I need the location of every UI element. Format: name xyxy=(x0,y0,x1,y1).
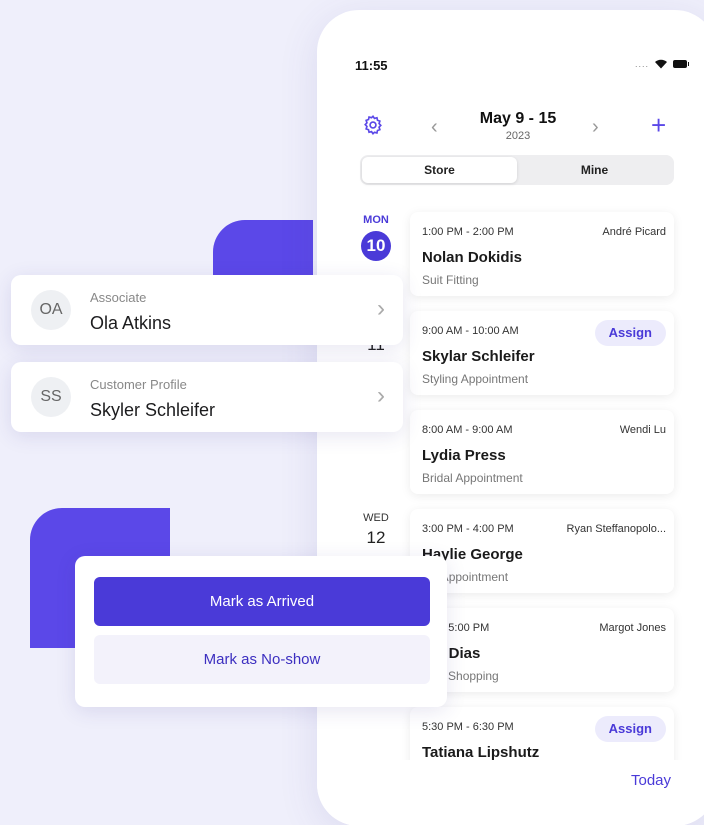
status-bar: 11:55 .... xyxy=(355,58,689,78)
appointment-customer: Nolan Dokidis xyxy=(422,249,523,266)
wifi-icon xyxy=(655,59,667,69)
day-date-wed: 12 xyxy=(366,528,386,547)
today-button[interactable]: Today xyxy=(631,772,671,789)
appointment-type: Suit Fitting xyxy=(422,273,479,287)
segment-store[interactable]: Store xyxy=(362,157,517,183)
appointment-staff: André Picard xyxy=(602,226,666,238)
associate-label: Associate xyxy=(90,290,147,305)
appointment-customer: Skylar Schleifer xyxy=(422,348,535,365)
appointment-staff: Margot Jones xyxy=(599,622,666,634)
appointment-customer: Tatiana Lipshutz xyxy=(422,744,540,761)
day-weekday-mon: MON xyxy=(363,214,389,226)
next-week-button[interactable]: › xyxy=(592,116,599,139)
status-icons: .... xyxy=(634,58,689,69)
appointment-card[interactable]: 3:00 PM - 4:00 PM Ryan Steffanopolo... H… xyxy=(410,509,674,593)
signal-icon: .... xyxy=(634,58,649,69)
assign-button[interactable]: Assign xyxy=(594,716,666,742)
appointment-type: Styling Appointment xyxy=(422,372,529,386)
assign-button[interactable]: Assign xyxy=(594,320,666,346)
calendar-header: ‹ May 9 - 15 2023 › + xyxy=(317,110,704,160)
gear-icon[interactable] xyxy=(362,114,384,136)
battery-icon xyxy=(673,59,689,68)
appointment-customer: Lydia Press xyxy=(422,447,506,464)
appointment-time: 1:00 PM - 2:00 PM xyxy=(422,226,514,238)
appointment-type: Bridal Appointment xyxy=(422,471,523,485)
appointment-card[interactable]: 8:00 AM - 9:00 AM Wendi Lu Lydia Press B… xyxy=(410,410,674,494)
associate-card[interactable]: OA Associate Ola Atkins › xyxy=(11,275,403,345)
avatar: SS xyxy=(31,377,71,417)
appointment-card[interactable]: 9:00 AM - 10:00 AM Assign Skylar Schleif… xyxy=(410,311,674,395)
customer-profile-card[interactable]: SS Customer Profile Skyler Schleifer › xyxy=(11,362,403,432)
associate-name: Ola Atkins xyxy=(90,313,172,333)
appointment-time: 3:00 PM - 4:00 PM xyxy=(422,523,514,535)
mark-as-arrived-button[interactable]: Mark as Arrived xyxy=(94,577,430,626)
date-year: 2023 xyxy=(505,130,531,142)
avatar: OA xyxy=(31,290,71,330)
chevron-right-icon: › xyxy=(377,382,385,409)
appointment-actions-card: Mark as Arrived Mark as No-show xyxy=(75,556,447,707)
status-time: 11:55 xyxy=(355,58,388,73)
customer-profile-label: Customer Profile xyxy=(90,377,187,392)
appointment-card[interactable]: PM - 5:00 PM Margot Jones lon Dias onal … xyxy=(410,608,674,692)
date-range-title: May 9 - 15 xyxy=(479,110,557,127)
store-mine-segmented-control: Store Mine xyxy=(360,155,674,185)
appointment-time: 8:00 AM - 9:00 AM xyxy=(422,424,513,436)
appointment-staff: Wendi Lu xyxy=(619,424,666,436)
mark-as-no-show-button[interactable]: Mark as No-show xyxy=(94,635,430,684)
segment-mine[interactable]: Mine xyxy=(517,157,672,183)
chevron-right-icon: › xyxy=(377,295,385,322)
day-date-mon: 10 xyxy=(361,231,391,261)
appointment-time: 9:00 AM - 10:00 AM xyxy=(422,325,519,337)
bottom-bar xyxy=(317,760,704,825)
appointment-card[interactable]: 1:00 PM - 2:00 PM André Picard Nolan Dok… xyxy=(410,212,674,296)
previous-week-button[interactable]: ‹ xyxy=(431,116,438,139)
appointment-time: 5:30 PM - 6:30 PM xyxy=(422,721,514,733)
appointment-staff: Ryan Steffanopolo... xyxy=(566,523,666,535)
day-weekday-wed: WED xyxy=(363,512,389,524)
customer-name: Skyler Schleifer xyxy=(90,400,216,420)
add-appointment-button[interactable]: + xyxy=(651,110,666,141)
